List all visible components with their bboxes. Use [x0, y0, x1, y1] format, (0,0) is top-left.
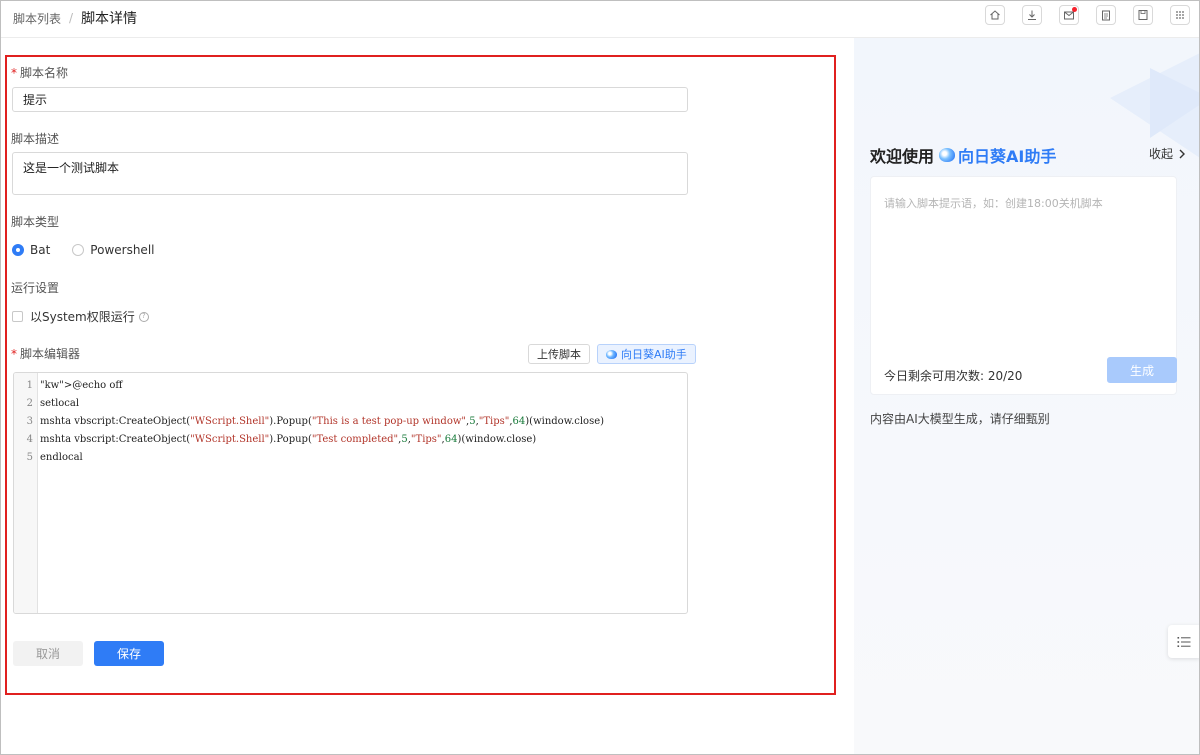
help-icon[interactable]: ?: [138, 311, 149, 322]
top-header: 脚本列表 / 脚本详情: [0, 0, 1200, 38]
ai-assistant-button[interactable]: 向日葵AI助手: [597, 344, 696, 364]
prompt-card: 请输入脚本提示语，如：创建18:00关机脚本 今日剩余可用次数: 20/20 生…: [870, 176, 1177, 395]
line-number: 2: [26, 398, 33, 409]
save-button[interactable]: 保存: [94, 641, 164, 666]
cancel-button[interactable]: 取消: [13, 641, 83, 666]
script-name-label: * 脚本名称: [11, 66, 69, 80]
ai-assistant-panel: 欢迎使用 向日葵AI助手 收起 请输入脚本提示语，如：创建18:00关机脚本 今…: [854, 38, 1200, 755]
breadcrumb-script-detail: 脚本详情: [81, 11, 138, 27]
toolbar: [968, 5, 1190, 25]
breadcrumb: 脚本列表 / 脚本详情: [13, 8, 137, 28]
sunflower-ai-logo-icon: [939, 148, 956, 162]
code-line: 1 "kw">@echo off: [14, 377, 687, 395]
run-settings-label: 运行设置: [11, 281, 60, 295]
script-type-label: 脚本类型: [11, 215, 60, 229]
download-icon: [1028, 10, 1036, 20]
upload-script-button[interactable]: 上传脚本: [528, 344, 590, 364]
ai-assistant-logo-icon: [606, 349, 617, 359]
code-editor[interactable]: 1 "kw">@echo off 2 setlocal 3 mshta vbscript:…: [13, 372, 688, 614]
radio-powershell-label[interactable]: Powershell: [90, 243, 154, 257]
radio-powershell[interactable]: [72, 244, 85, 256]
chevron-right-icon: [1179, 149, 1185, 158]
system-run-checkbox[interactable]: [12, 311, 23, 322]
breadcrumb-separator: /: [69, 11, 74, 25]
decorative-shape: [1150, 68, 1200, 138]
assistant-welcome: 欢迎使用 向日葵AI助手: [870, 143, 1056, 167]
list-menu-button[interactable]: [1168, 625, 1200, 658]
line-number: 5: [26, 452, 33, 463]
home-button[interactable]: [985, 5, 1005, 25]
script-desc-textarea[interactable]: 这是一个测试脚本: [12, 152, 688, 195]
notification-dot: [1072, 7, 1077, 12]
script-desc-label: 脚本描述: [11, 132, 60, 146]
ai-assistant-button-label: 向日葵AI助手: [621, 348, 687, 361]
script-name-input[interactable]: [12, 87, 688, 112]
required-mark: *: [11, 66, 17, 80]
assistant-brand: 向日葵AI助手: [958, 147, 1057, 166]
radio-bat[interactable]: [12, 244, 24, 256]
code-line: 4 mshta vbscript:CreateObject("WScript.Sh…: [14, 431, 687, 449]
script-form: *脚本名称 脚本描述 这是一个测试脚本 脚本类型 Bat Powershell …: [5, 55, 836, 695]
script-type-radio-group: Bat Powershell: [12, 243, 177, 257]
code-line-text: "kw">@echo off: [40, 380, 123, 391]
line-number: 4: [26, 434, 33, 445]
clipboard-icon: [1102, 10, 1110, 21]
clipboard-button[interactable]: [1096, 5, 1116, 25]
radio-bat-label[interactable]: Bat: [30, 243, 50, 257]
code-line: 5 endlocal: [14, 449, 687, 467]
collapse-button[interactable]: 收起: [1149, 145, 1186, 162]
line-number: 3: [26, 416, 33, 427]
code-line-text: mshta vbscript:CreateObject("WScript.She…: [40, 434, 537, 445]
download-button[interactable]: [1022, 5, 1042, 25]
home-icon: [990, 10, 1000, 20]
system-run-label[interactable]: 以System权限运行: [30, 308, 135, 325]
message-button[interactable]: [1059, 5, 1079, 25]
line-number: 1: [26, 380, 33, 391]
apps-icon: [1176, 11, 1184, 19]
code-line: 3 mshta vbscript:CreateObject("WScript.Sh…: [14, 413, 687, 431]
code-line-text: endlocal: [40, 452, 83, 463]
welcome-text: 欢迎使用: [870, 147, 935, 166]
save-icon: [1138, 10, 1148, 20]
list-icon: [1177, 636, 1191, 647]
required-mark-editor: *: [11, 347, 17, 361]
collapse-label: 收起: [1148, 147, 1173, 161]
code-line: 2 setlocal: [14, 395, 687, 413]
script-editor-label: * 脚本编辑器: [11, 347, 81, 361]
prompt-input[interactable]: 请输入脚本提示语，如：创建18:00关机脚本: [884, 195, 1103, 211]
generate-button[interactable]: 生成: [1107, 357, 1177, 383]
breadcrumb-script-list[interactable]: 脚本列表: [13, 10, 61, 27]
save-toolbar-button[interactable]: [1133, 5, 1153, 25]
code-line-text: setlocal: [40, 398, 80, 409]
code-line-text: mshta vbscript:CreateObject("WScript.She…: [40, 416, 605, 427]
system-run-option: 以System权限运行 ?: [12, 308, 149, 325]
ai-disclaimer: 内容由AI大模型生成，请仔细甄别: [870, 412, 1050, 426]
apps-button[interactable]: [1170, 5, 1190, 25]
remaining-count: 今日剩余可用次数: 20/20: [884, 369, 1023, 383]
code-content[interactable]: 1 "kw">@echo off 2 setlocal 3 mshta vbscript:…: [14, 377, 687, 467]
